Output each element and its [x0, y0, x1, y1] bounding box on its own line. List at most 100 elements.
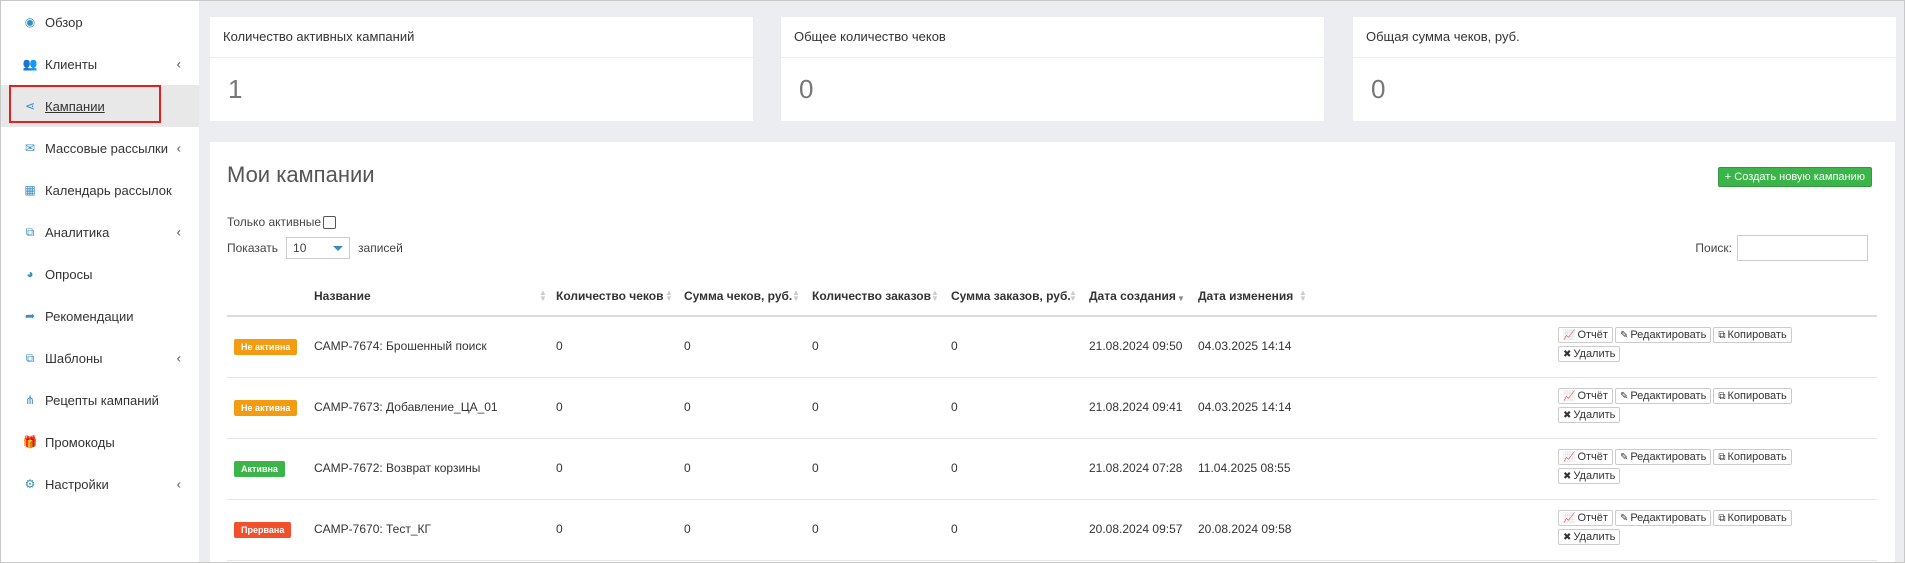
sidebar-item[interactable]: ⋖ Кампании: [1, 85, 199, 127]
chart-icon: 📈: [1563, 452, 1576, 463]
col-name[interactable]: Название: [314, 277, 371, 315]
search-control: Поиск:: [1695, 235, 1868, 261]
sort-icon[interactable]: ▲ ▼: [792, 289, 800, 303]
sidebar-item[interactable]: ⧉ Аналитика ‹: [1, 211, 199, 253]
edit-button[interactable]: ✎ Редактировать: [1614, 388, 1712, 404]
modified-date: 20.08.2024 09:58: [1198, 522, 1292, 536]
orders-sum: 0: [951, 522, 958, 536]
created-date: 20.08.2024 09:57: [1089, 522, 1183, 536]
row-actions: 📈 Отчёт ✎ Редактировать ⧉ Копировать ✖ Удалить: [1558, 327, 1808, 365]
created-date: 21.08.2024 07:28: [1089, 461, 1183, 475]
records-label: записей: [358, 241, 403, 255]
modified-date: 04.03.2025 14:14: [1198, 400, 1292, 414]
delete-button[interactable]: ✖ Удалить: [1558, 529, 1621, 545]
search-input[interactable]: [1737, 235, 1868, 261]
checks-count: 0: [556, 522, 563, 536]
table-header: Название ▲ ▼ Количество чеков ▲ ▼ Сумма че…: [227, 277, 1877, 317]
chevron-left-icon: ‹: [176, 56, 181, 72]
campaign-name[interactable]: CAMP-7674: Брошенный поиск: [314, 339, 487, 353]
sidebar-item-label: Настройки: [45, 476, 109, 492]
checks-sum: 0: [684, 400, 691, 414]
show-label: Показать: [227, 241, 279, 255]
sidebar-item[interactable]: ✉ Массовые рассылки ‹: [1, 127, 199, 169]
copy-button[interactable]: ⧉ Копировать: [1713, 510, 1792, 526]
orders-count: 0: [812, 522, 819, 536]
pencil-icon: ✎: [1619, 330, 1629, 341]
delete-button[interactable]: ✖ Удалить: [1558, 407, 1621, 423]
sidebar-item-label: Рецепты кампаний: [45, 392, 159, 408]
close-icon: ✖: [1563, 410, 1572, 421]
copy-icon: ⧉: [1718, 391, 1726, 402]
share-arrow-icon: ➦: [24, 309, 36, 323]
sidebar-item[interactable]: ➦ Рекомендации: [1, 295, 199, 337]
campaign-name[interactable]: CAMP-7670: Тест_КГ: [314, 522, 431, 536]
delete-button[interactable]: ✖ Удалить: [1558, 468, 1621, 484]
sidebar-item-label: Опросы: [45, 266, 93, 282]
page-size-control: Показать 10 записей: [227, 237, 403, 259]
col-checks-sum[interactable]: Сумма чеков, руб.: [684, 277, 792, 315]
sidebar-item[interactable]: ⋔ Рецепты кампаний: [1, 379, 199, 421]
page-size-select[interactable]: 10: [286, 237, 351, 259]
close-icon: ✖: [1563, 471, 1572, 482]
copy-label: Копировать: [1727, 390, 1787, 402]
sidebar-item-label: Календарь рассылок: [45, 182, 172, 198]
table-row: Не активна CAMP-7673: Добавление_ЦА_01 0 0 0…: [227, 378, 1877, 439]
close-icon: ✖: [1563, 532, 1572, 543]
users-icon: 👥: [22, 57, 38, 71]
sidebar-item[interactable]: 🎁 Промокоды: [1, 421, 199, 463]
orders-sum: 0: [951, 400, 958, 414]
col-orders[interactable]: Количество заказов: [812, 277, 931, 315]
campaigns-table: Название ▲ ▼ Количество чеков ▲ ▼ Сумма че…: [227, 277, 1877, 561]
sidebar-item[interactable]: ◉ Обзор: [1, 1, 199, 43]
created-date: 21.08.2024 09:41: [1089, 400, 1183, 414]
campaign-name[interactable]: CAMP-7673: Добавление_ЦА_01: [314, 400, 498, 414]
gear-icon: ⚙: [24, 477, 36, 491]
sort-icon[interactable]: ▲ ▼: [1069, 289, 1077, 303]
only-active-checkbox[interactable]: [323, 215, 337, 229]
report-button[interactable]: 📈 Отчёт: [1558, 510, 1613, 526]
report-button[interactable]: 📈 Отчёт: [1558, 327, 1613, 343]
copy-icon: ⧉: [1718, 330, 1726, 341]
sort-desc-icon[interactable]: ▼: [1177, 290, 1185, 303]
col-modified[interactable]: Дата изменения: [1198, 277, 1293, 315]
delete-button[interactable]: ✖ Удалить: [1558, 346, 1621, 362]
edit-button[interactable]: ✎ Редактировать: [1614, 510, 1712, 526]
copy-button[interactable]: ⧉ Копировать: [1713, 449, 1792, 465]
sort-icon[interactable]: ▲ ▼: [665, 289, 673, 303]
copy-label: Копировать: [1727, 451, 1787, 463]
sidebar-item-label: Рекомендации: [45, 308, 134, 324]
only-active-label: Только активные: [227, 215, 322, 229]
sidebar-item[interactable]: ⧉ Шаблоны ‹: [1, 337, 199, 379]
status-badge: Не активна: [234, 339, 298, 355]
campaign-name[interactable]: CAMP-7672: Возврат корзины: [314, 461, 480, 475]
sidebar-item-label: Клиенты: [45, 56, 98, 72]
campaigns-panel: Мои кампании + Создать новую кампанию То…: [210, 142, 1895, 562]
sidebar-item[interactable]: ◕ Опросы: [1, 253, 199, 295]
share-icon: ⋖: [24, 99, 36, 113]
sort-icon[interactable]: ▲ ▼: [931, 289, 939, 303]
stat-total-checks-sum: Общая сумма чеков, руб. 0: [1353, 17, 1896, 121]
sort-icon[interactable]: ▲ ▼: [1299, 289, 1307, 303]
col-orders-sum[interactable]: Сумма заказов, руб.: [951, 277, 1071, 315]
sort-icon[interactable]: ▲ ▼: [539, 289, 547, 303]
copy-button[interactable]: ⧉ Копировать: [1713, 388, 1792, 404]
create-campaign-button[interactable]: + Создать новую кампанию: [1717, 167, 1872, 187]
edit-button[interactable]: ✎ Редактировать: [1614, 327, 1712, 343]
orders-count: 0: [812, 339, 819, 353]
delete-label: Удалить: [1573, 409, 1616, 421]
sitemap-icon: ⋔: [24, 393, 36, 407]
edit-button[interactable]: ✎ Редактировать: [1614, 449, 1712, 465]
chart-icon: 📈: [1563, 513, 1576, 524]
page-size-value: 10: [293, 241, 307, 255]
report-button[interactable]: 📈 Отчёт: [1558, 388, 1613, 404]
copy-button[interactable]: ⧉ Копировать: [1713, 327, 1792, 343]
sidebar-item-label: Промокоды: [45, 434, 115, 450]
sidebar-item[interactable]: ▦ Календарь рассылок: [1, 169, 199, 211]
close-icon: ✖: [1563, 349, 1572, 360]
col-created[interactable]: Дата создания: [1089, 277, 1176, 315]
col-checks[interactable]: Количество чеков: [556, 277, 663, 315]
sidebar-item[interactable]: ⚙ Настройки ‹: [1, 463, 199, 505]
sidebar-item[interactable]: 👥 Клиенты ‹: [1, 43, 199, 85]
pie-chart-icon: ◕: [26, 267, 34, 281]
report-button[interactable]: 📈 Отчёт: [1558, 449, 1613, 465]
